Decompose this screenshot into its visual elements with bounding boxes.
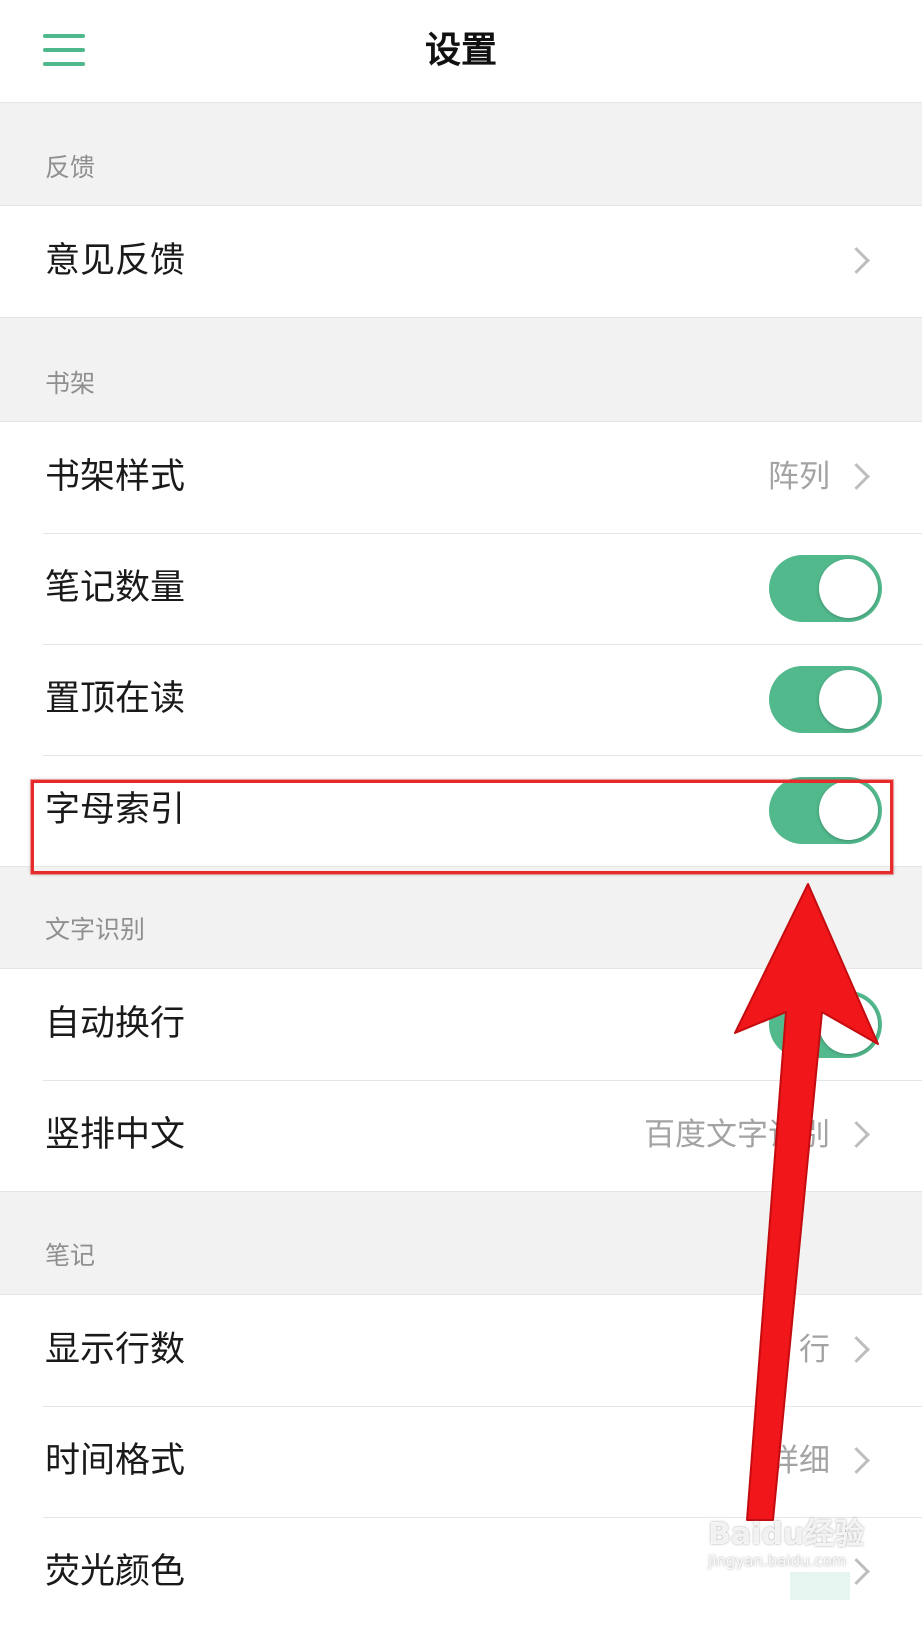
- group-feedback: 意见反馈: [0, 205, 922, 318]
- row-highlight-color[interactable]: 荧光颜色: [0, 1517, 922, 1628]
- top-bar: 设置: [0, 0, 922, 103]
- group-bookshelf: 书架样式 阵列 笔记数量 置顶在读 字母索引: [0, 421, 922, 867]
- chevron-right-icon: [843, 463, 870, 490]
- row-value: 百度文字识别: [644, 1117, 830, 1153]
- row-label: 意见反馈: [45, 241, 186, 281]
- row-vertical-chinese[interactable]: 竖排中文 百度文字识别: [0, 1080, 922, 1191]
- highlight-color-swatch: [790, 1572, 850, 1600]
- section-label-notes: 笔记: [45, 1241, 96, 1270]
- row-note-count: 笔记数量: [0, 533, 922, 644]
- row-display-lines[interactable]: 显示行数 3 行: [0, 1295, 922, 1406]
- row-label: 字母索引: [45, 790, 186, 830]
- row-label: 时间格式: [45, 1441, 186, 1481]
- alphabet-index-toggle[interactable]: [769, 777, 882, 844]
- section-label-ocr: 文字识别: [45, 915, 146, 944]
- section-label-bookshelf: 书架: [45, 369, 96, 398]
- chevron-right-icon: [843, 1336, 870, 1363]
- row-label: 书架样式: [45, 457, 186, 497]
- auto-wrap-toggle[interactable]: [769, 991, 882, 1058]
- section-label-feedback: 反馈: [45, 153, 96, 182]
- row-value: 3 行: [769, 1332, 830, 1368]
- row-alphabet-index: 字母索引: [0, 755, 922, 866]
- chevron-right-icon: [843, 247, 870, 274]
- row-auto-wrap: 自动换行: [0, 969, 922, 1080]
- row-label: 竖排中文: [45, 1115, 186, 1155]
- row-feedback[interactable]: 意见反馈: [0, 206, 922, 317]
- row-bookshelf-style[interactable]: 书架样式 阵列: [0, 422, 922, 533]
- chevron-right-icon: [843, 1121, 870, 1148]
- row-label: 荧光颜色: [45, 1552, 186, 1592]
- row-value: 阵列: [768, 459, 830, 495]
- pin-reading-toggle[interactable]: [769, 666, 882, 733]
- row-label: 置顶在读: [45, 679, 186, 719]
- row-label: 自动换行: [45, 1004, 186, 1044]
- note-count-toggle[interactable]: [769, 555, 882, 622]
- chevron-right-icon: [843, 1447, 870, 1474]
- row-pin-reading: 置顶在读: [0, 644, 922, 755]
- row-value: 详细: [768, 1443, 830, 1479]
- group-ocr: 自动换行 竖排中文 百度文字识别: [0, 968, 922, 1192]
- row-label: 笔记数量: [45, 568, 186, 608]
- page-title: 设置: [424, 30, 497, 71]
- row-time-format[interactable]: 时间格式 详细: [0, 1406, 922, 1517]
- group-notes: 显示行数 3 行 时间格式 详细 荧光颜色: [0, 1294, 922, 1628]
- row-label: 显示行数: [45, 1330, 186, 1370]
